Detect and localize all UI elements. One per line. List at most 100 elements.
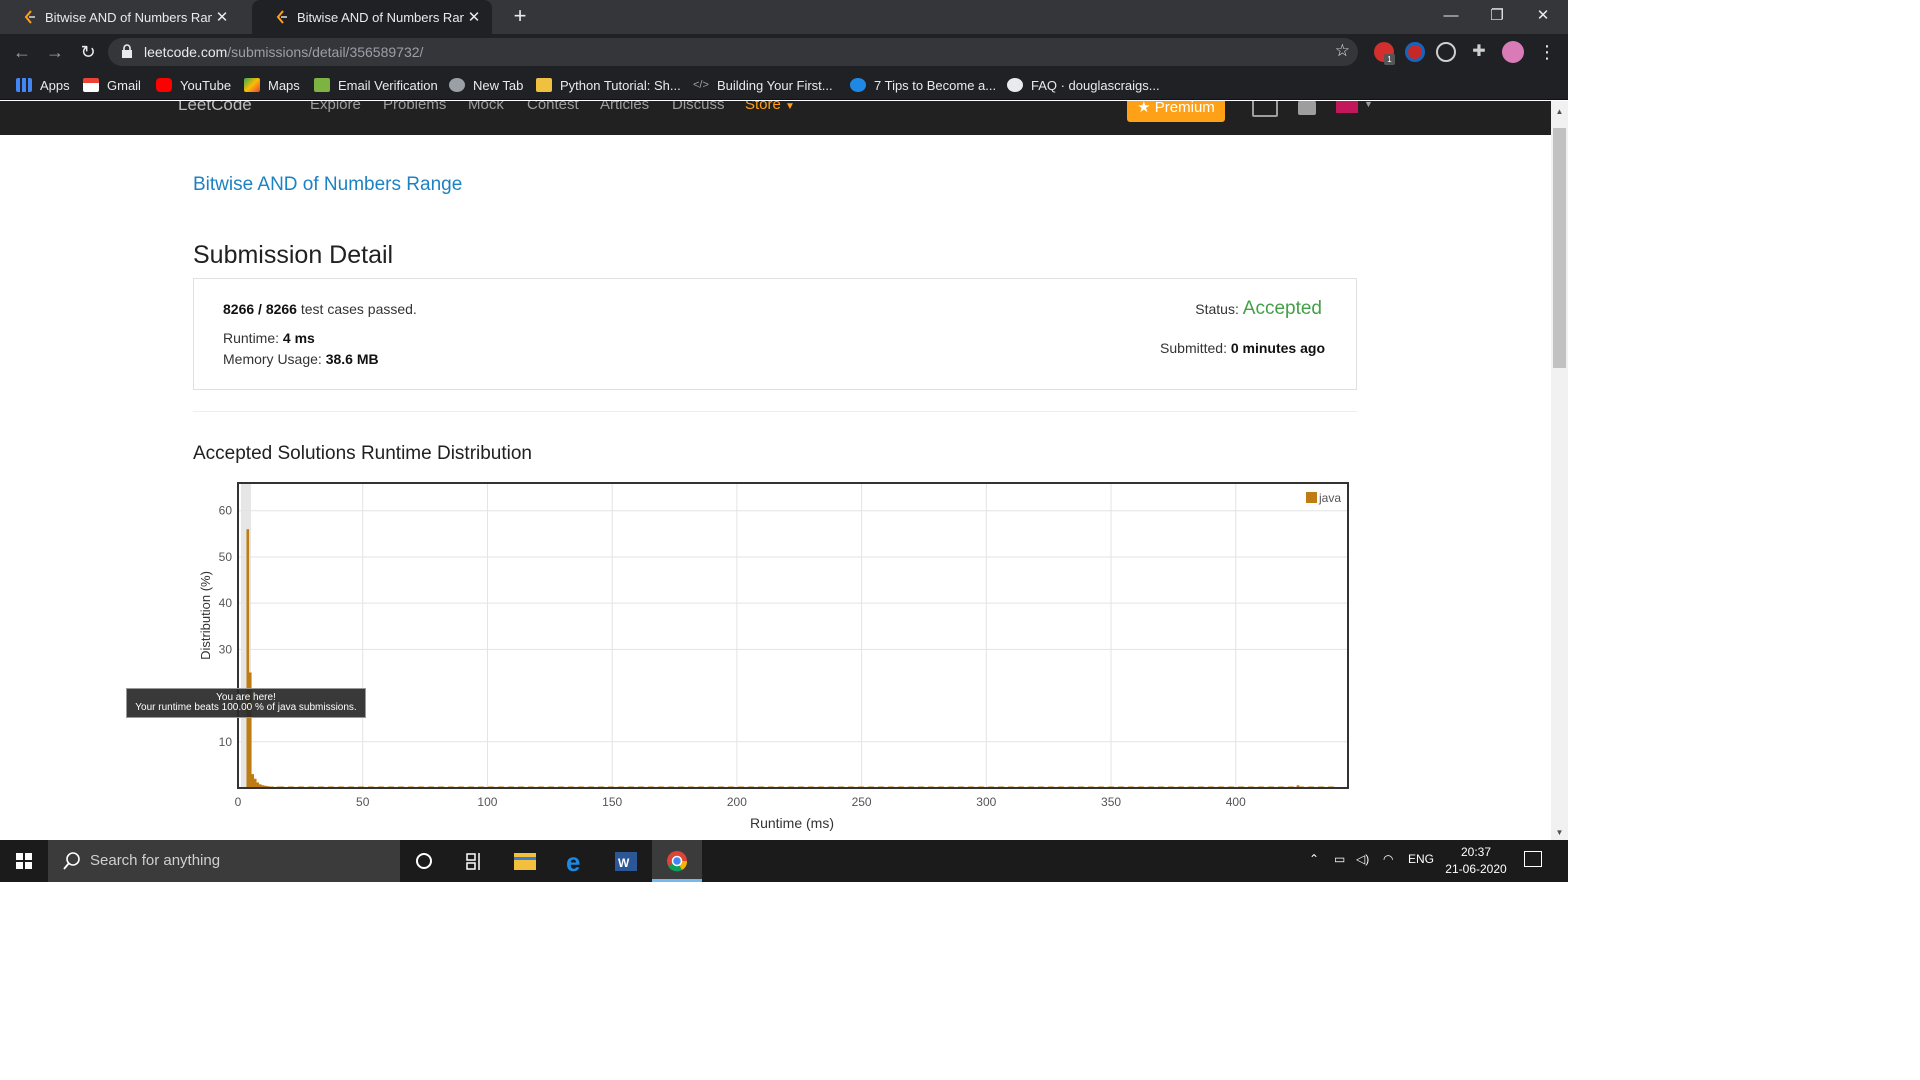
- sync-extension-icon[interactable]: [1436, 42, 1456, 62]
- memory-text: Memory Usage: 38.6 MB: [223, 351, 379, 367]
- x-tick-label: 200: [727, 795, 747, 809]
- bookmark-youtube[interactable]: YouTube: [156, 76, 231, 94]
- x-tick-label: 100: [477, 795, 497, 809]
- nav-mock[interactable]: Mock: [468, 101, 504, 113]
- bell-icon[interactable]: [1298, 101, 1316, 115]
- divider: [193, 411, 1357, 412]
- site-icon: [314, 78, 330, 92]
- bookmark-new-tab[interactable]: New Tab: [449, 76, 523, 94]
- language-indicator[interactable]: ENG: [1408, 852, 1434, 866]
- puzzle-extensions-icon[interactable]: ✚: [1469, 42, 1489, 62]
- y-tick-label: 10: [219, 735, 233, 749]
- battery-icon[interactable]: ▭: [1334, 852, 1345, 866]
- file-explorer-icon[interactable]: [500, 840, 550, 882]
- nav-articles[interactable]: Articles: [600, 101, 649, 113]
- tray-chevron-up-icon[interactable]: ⌃: [1309, 852, 1319, 866]
- lock-icon: [122, 44, 132, 58]
- chevron-down-icon[interactable]: ▼: [1364, 101, 1373, 109]
- nav-discuss[interactable]: Discuss: [672, 101, 725, 113]
- new-tab-button[interactable]: +: [508, 4, 532, 28]
- page-scrollbar[interactable]: ▲ ▼: [1551, 101, 1568, 840]
- status-badge: Accepted: [1242, 298, 1322, 319]
- edge-browser-icon[interactable]: e: [550, 840, 600, 882]
- tab-title: Bitwise AND of Numbers Range: [45, 9, 212, 25]
- bar: [253, 778, 257, 788]
- svg-text:e: e: [566, 847, 580, 877]
- scroll-up-icon[interactable]: ▲: [1551, 107, 1568, 116]
- taskbar-search-input[interactable]: Search for anything: [48, 840, 400, 882]
- distribution-heading: Accepted Solutions Runtime Distribution: [193, 443, 533, 464]
- x-tick-label: 350: [1101, 795, 1121, 809]
- test-cases-text: 8266 / 8266 test cases passed.: [223, 301, 417, 317]
- word-app-icon[interactable]: W: [600, 840, 650, 882]
- chrome-menu-icon[interactable]: ⋮: [1535, 40, 1559, 64]
- browser-tab-active[interactable]: Bitwise AND of Numbers Range ✕: [252, 0, 492, 34]
- browser-toolbar: ← → ↻ leetcode.com/submissions/detail/35…: [0, 34, 1568, 70]
- tab-close-icon[interactable]: ✕: [464, 8, 484, 26]
- scroll-thumb[interactable]: [1553, 128, 1566, 368]
- forward-arrow-icon[interactable]: →: [43, 40, 67, 64]
- extension-badge: 1: [1384, 54, 1395, 65]
- system-clock[interactable]: 20:37 21-06-2020: [1436, 844, 1516, 878]
- bookmark-gmail[interactable]: Gmail: [83, 76, 141, 94]
- tab-strip: Bitwise AND of Numbers Range ✕ Bitwise A…: [0, 0, 1568, 34]
- leetcode-favicon-icon: [22, 9, 38, 25]
- bookmark-7-tips[interactable]: 7 Tips to Become a...: [850, 76, 996, 94]
- premium-button[interactable]: ★ Premium: [1127, 101, 1225, 122]
- maps-icon: [244, 78, 260, 92]
- bookmark-building-first[interactable]: </> Building Your First...: [693, 76, 833, 94]
- chrome-taskbar-icon[interactable]: [652, 840, 702, 882]
- bookmark-maps[interactable]: Maps: [244, 76, 300, 94]
- nav-store[interactable]: Store ▼: [745, 101, 795, 113]
- nav-explore[interactable]: Explore: [310, 101, 361, 113]
- submission-summary-panel: 8266 / 8266 test cases passed. Runtime: …: [193, 278, 1357, 390]
- problem-title-link[interactable]: Bitwise AND of Numbers Range: [193, 174, 462, 196]
- profile-avatar[interactable]: [1502, 41, 1524, 63]
- apps-grid-icon: [16, 78, 32, 92]
- task-view-icon[interactable]: [450, 840, 500, 882]
- windows-start-button[interactable]: [0, 840, 48, 882]
- legend-label: java: [1318, 491, 1341, 505]
- playground-icon[interactable]: [1252, 101, 1278, 117]
- nav-problems[interactable]: Problems: [383, 101, 446, 113]
- volume-icon[interactable]: ◁): [1356, 852, 1369, 866]
- site-icon: [536, 78, 552, 92]
- y-tick-label: 60: [219, 504, 233, 518]
- scroll-down-icon[interactable]: ▼: [1551, 828, 1568, 837]
- back-arrow-icon[interactable]: ←: [10, 40, 34, 64]
- star-icon: ★: [1137, 101, 1151, 116]
- bookmark-email-verification[interactable]: Email Verification: [314, 76, 438, 94]
- wifi-icon[interactable]: ◠: [1383, 852, 1393, 866]
- y-tick-label: 50: [219, 550, 233, 564]
- minimize-button[interactable]: —: [1428, 0, 1474, 34]
- vpn-extension-icon[interactable]: [1405, 42, 1425, 62]
- nav-contest[interactable]: Contest: [527, 101, 579, 113]
- globe-icon: [449, 78, 465, 92]
- bookmark-faq[interactable]: FAQ · douglascraigs...: [1007, 76, 1160, 94]
- notifications-icon[interactable]: [1524, 851, 1542, 867]
- code-icon: </>: [693, 79, 709, 91]
- legend-swatch: [1306, 492, 1317, 503]
- tab-close-icon[interactable]: ✕: [212, 8, 232, 26]
- reload-icon[interactable]: ↻: [76, 40, 100, 64]
- submitted-text: Submitted: 0 minutes ago: [1160, 340, 1325, 356]
- cortana-icon[interactable]: [400, 840, 450, 882]
- chart-tooltip: You are here! Your runtime beats 100.00 …: [126, 688, 366, 718]
- search-icon: [63, 852, 80, 870]
- close-window-button[interactable]: ✕: [1520, 0, 1566, 34]
- globe-icon: [850, 78, 866, 92]
- bookmark-star-icon[interactable]: ☆: [1335, 41, 1350, 61]
- address-bar[interactable]: leetcode.com/submissions/detail/35658973…: [108, 38, 1358, 66]
- x-tick-label: 50: [356, 795, 370, 809]
- windows-taskbar: Search for anything e W ⌃ ▭ ◁) ◠ ENG 20:…: [0, 840, 1568, 882]
- chevron-down-icon: ▼: [785, 101, 795, 112]
- bookmark-apps[interactable]: Apps: [16, 76, 70, 94]
- browser-tab[interactable]: Bitwise AND of Numbers Range ✕: [0, 0, 240, 34]
- windows-logo-icon: [16, 853, 32, 869]
- x-tick-label: 300: [976, 795, 996, 809]
- y-tick-label: 30: [219, 642, 233, 656]
- user-avatar[interactable]: [1336, 101, 1358, 113]
- leetcode-logo[interactable]: LeetCode: [178, 101, 252, 115]
- bookmark-python-tutorial[interactable]: Python Tutorial: Sh...: [536, 76, 681, 94]
- restore-button[interactable]: ❐: [1474, 0, 1520, 34]
